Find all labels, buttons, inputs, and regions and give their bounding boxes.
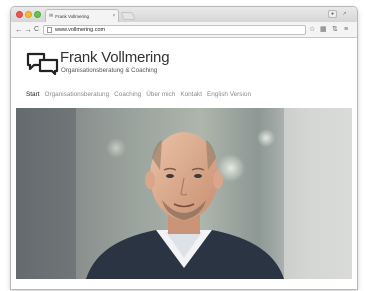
extension-icon[interactable]: ▦ [320, 25, 327, 35]
new-tab-button[interactable] [120, 12, 136, 20]
browser-tab[interactable]: ✉ Frank Vollmering × [45, 9, 119, 22]
web-page: Frank Vollmering Organisationsberatung &… [11, 38, 357, 289]
site-tagline: Organisationsberatung & Coaching [61, 67, 158, 74]
forward-arrow-icon[interactable]: → [24, 25, 32, 35]
address-bar[interactable]: www.vollmering.com [43, 25, 306, 35]
hero-portrait-image [16, 108, 352, 279]
profile-icon[interactable]: ● [328, 10, 337, 18]
browser-toolbar: ← → C www.vollmering.com ☆ ▦ ⇅ ≡ [11, 22, 357, 38]
nav-item-organisationsberatung[interactable]: Organisationsberatung [45, 91, 110, 98]
tab-title: Frank Vollmering [55, 13, 89, 19]
speech-bubbles-logo-icon[interactable] [26, 51, 60, 75]
url-text: www.vollmering.com [55, 27, 106, 33]
menu-icon[interactable]: ≡ [344, 25, 348, 35]
close-window-button[interactable] [16, 11, 23, 18]
browser-window: ✉ Frank Vollmering × ● ↗ ← → C www.vollm… [11, 7, 357, 289]
back-arrow-icon[interactable]: ← [15, 25, 23, 35]
nav-item-start[interactable]: Start [26, 91, 40, 98]
fullscreen-icon[interactable]: ↗ [340, 10, 349, 18]
favicon-icon: ✉ [49, 12, 54, 19]
bookmark-star-icon[interactable]: ☆ [309, 25, 315, 35]
content-area [11, 279, 357, 289]
reload-icon[interactable]: C [34, 25, 39, 35]
nav-item-coaching[interactable]: Coaching [114, 91, 141, 98]
zoom-window-button[interactable] [34, 11, 41, 18]
site-title[interactable]: Frank Vollmering [60, 49, 170, 66]
nav-item-english-version[interactable]: English Version [207, 91, 251, 98]
nav-item-ueber-mich[interactable]: Über mich [146, 91, 175, 98]
tab-strip: ✉ Frank Vollmering × ● ↗ [11, 7, 357, 22]
nav-item-kontakt[interactable]: Kontakt [180, 91, 202, 98]
page-icon [47, 27, 52, 33]
tab-close-icon[interactable]: × [110, 13, 118, 19]
minimize-window-button[interactable] [25, 11, 32, 18]
translate-icon[interactable]: ⇅ [332, 25, 338, 35]
main-navigation: Start Organisationsberatung Coaching Übe… [26, 91, 256, 98]
